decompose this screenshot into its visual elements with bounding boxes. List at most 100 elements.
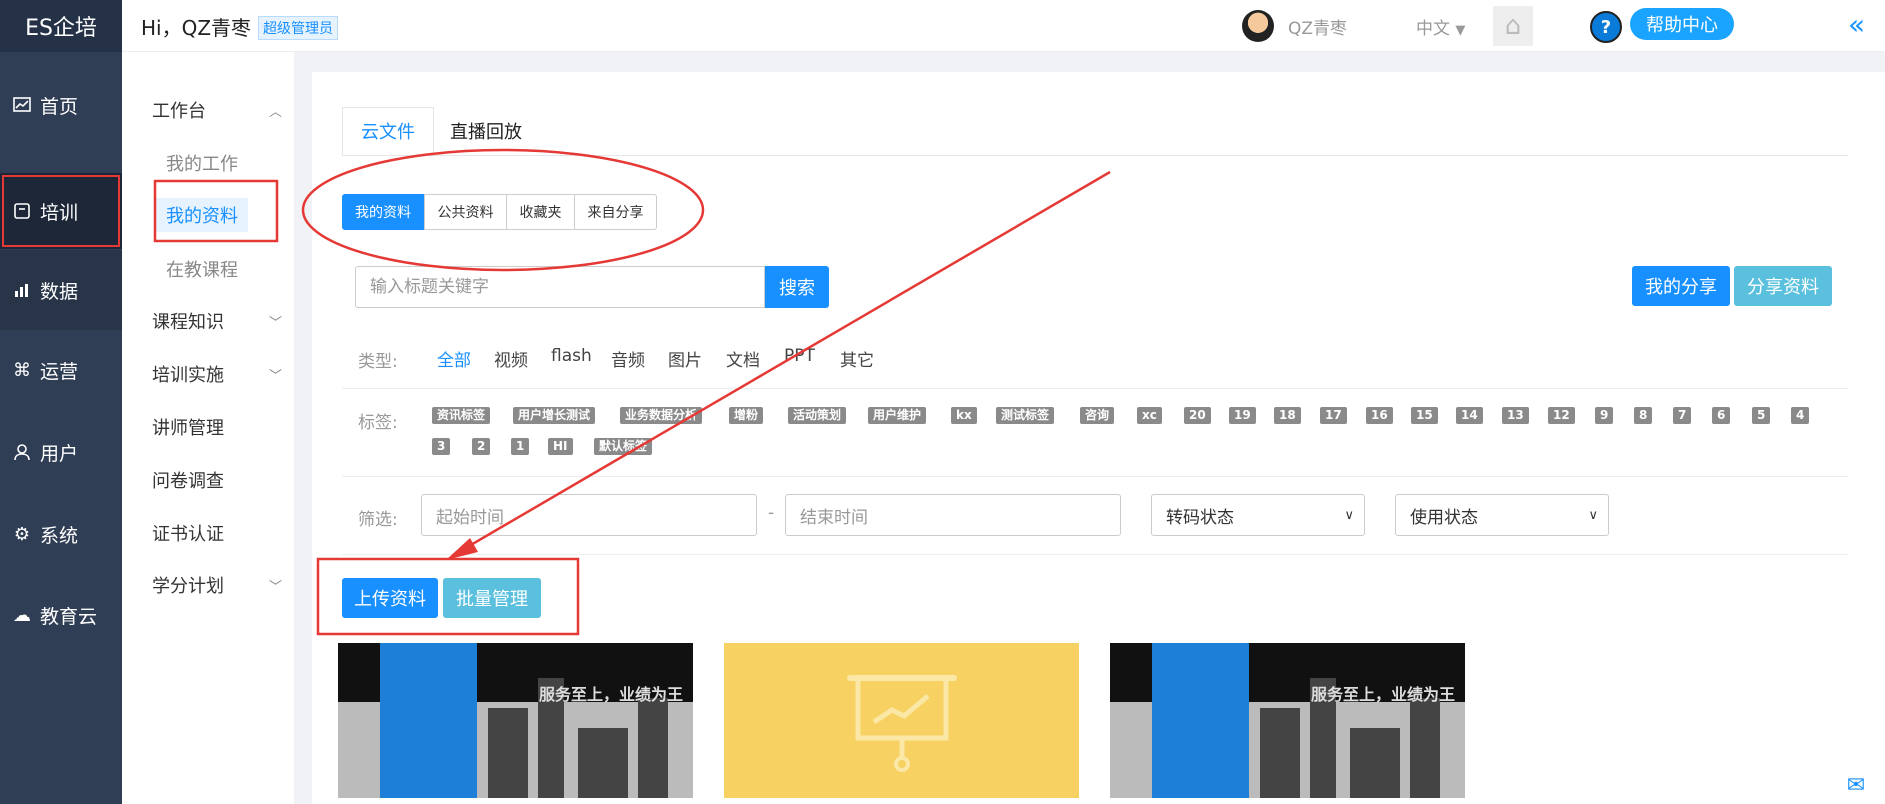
gear-icon: ⚙: [13, 523, 31, 545]
tag-chip[interactable]: 资讯标签: [432, 407, 491, 424]
type-option-other[interactable]: 其它: [840, 346, 874, 371]
segment-my-materials[interactable]: 我的资料: [342, 194, 424, 230]
type-filter-label: 类型:: [358, 352, 398, 372]
sub-group-credit-plan[interactable]: 学分计划 ﹀: [152, 572, 282, 598]
start-time-field[interactable]: 起始时间: [421, 494, 757, 536]
upload-button[interactable]: 上传资料: [342, 578, 438, 618]
tag-chip[interactable]: xc: [1137, 407, 1162, 424]
sub-item-certificate[interactable]: 证书认证: [152, 520, 282, 546]
building-shape: [488, 708, 528, 798]
tag-chip[interactable]: 默认标签: [594, 438, 653, 455]
batch-manage-button[interactable]: 批量管理: [443, 578, 541, 618]
nav-item-users[interactable]: 用户: [0, 412, 122, 492]
type-option-audio[interactable]: 音频: [611, 346, 645, 371]
sub-item-my-materials[interactable]: 我的资料: [156, 198, 248, 232]
screen-filter-label: 筛选:: [358, 510, 398, 530]
nav-label: 用户: [40, 442, 79, 465]
usage-status-select[interactable]: 使用状态 ∨: [1395, 494, 1609, 536]
nav-item-home[interactable]: 首页: [0, 65, 122, 145]
tag-chip[interactable]: 用户增长测试: [513, 407, 596, 424]
sub-item-teaching-courses[interactable]: 在教课程: [166, 256, 238, 282]
language-select[interactable]: 中文 ▼: [1416, 14, 1465, 39]
tag-chip[interactable]: 用户维护: [868, 407, 927, 424]
building-shape: [1410, 698, 1440, 798]
sub-group-course-knowledge[interactable]: 课程知识 ﹀: [152, 308, 282, 334]
tag-chip[interactable]: 业务数据分析: [620, 407, 703, 424]
tag-chip[interactable]: 17: [1320, 407, 1347, 424]
sub-item-survey[interactable]: 问卷调查: [152, 467, 282, 493]
tag-chip[interactable]: 14: [1456, 407, 1483, 424]
nav-item-edu-cloud[interactable]: ☁ 教育云: [0, 575, 122, 655]
tag-chip[interactable]: 8: [1634, 407, 1653, 424]
share-material-button[interactable]: 分享资料: [1734, 266, 1832, 306]
type-option-ppt[interactable]: PPT: [784, 346, 815, 366]
tag-chip[interactable]: 20: [1184, 407, 1211, 424]
tag-chip[interactable]: 3: [432, 438, 451, 455]
tag-chip[interactable]: 13: [1502, 407, 1529, 424]
segment-public-materials[interactable]: 公共资料: [424, 194, 507, 230]
tag-chip[interactable]: 7: [1673, 407, 1692, 424]
avatar[interactable]: [1242, 10, 1274, 42]
building-shape: [1350, 728, 1400, 798]
tag-chip[interactable]: 4: [1791, 407, 1810, 424]
tag-chip[interactable]: 增粉: [729, 407, 764, 424]
tag-chip[interactable]: 16: [1366, 407, 1393, 424]
tag-chip[interactable]: 19: [1229, 407, 1256, 424]
tag-chip[interactable]: 6: [1712, 407, 1731, 424]
nav-item-training[interactable]: 培训: [0, 173, 122, 249]
type-option-document[interactable]: 文档: [726, 346, 760, 371]
username[interactable]: QZ青枣: [1288, 14, 1347, 39]
material-thumbnail[interactable]: [724, 643, 1079, 798]
segment-from-share[interactable]: 来自分享: [574, 194, 657, 230]
search-button[interactable]: 搜索: [765, 266, 829, 308]
tag-chip[interactable]: 15: [1411, 407, 1438, 424]
range-dash: -: [768, 503, 775, 523]
nav-item-system[interactable]: ⚙ 系统: [0, 494, 122, 574]
tag-chip[interactable]: 18: [1274, 407, 1301, 424]
tag-chip[interactable]: HI: [548, 438, 573, 455]
sub-item-lecturer-mgmt[interactable]: 讲师管理: [152, 414, 282, 440]
tag-chip[interactable]: 咨询: [1080, 407, 1115, 424]
nav-item-data[interactable]: 数据: [0, 250, 122, 330]
nav-item-operations[interactable]: ⌘ 运营: [0, 330, 122, 410]
tag-chip[interactable]: 5: [1752, 407, 1771, 424]
sub-group-workbench[interactable]: 工作台 ︿: [152, 97, 282, 123]
sub-group-label: 学分计划: [152, 576, 224, 597]
help-center-button[interactable]: 帮助中心: [1630, 8, 1734, 40]
app-logo[interactable]: ES企培: [0, 0, 122, 52]
tag-chip[interactable]: kx: [951, 407, 977, 424]
material-thumbnail[interactable]: 服务至上，业绩为王: [1110, 643, 1465, 798]
end-time-field[interactable]: 结束时间: [785, 494, 1121, 536]
thumb-banner: [1152, 643, 1249, 798]
thumb-caption: 服务至上，业绩为王: [538, 685, 683, 704]
my-share-button[interactable]: 我的分享: [1632, 266, 1730, 306]
home-icon[interactable]: ⌂: [1493, 6, 1533, 46]
message-icon[interactable]: ✉: [1836, 768, 1876, 802]
search-input[interactable]: [355, 266, 765, 308]
tag-chip[interactable]: 活动策划: [788, 407, 847, 424]
tag-chip[interactable]: 测试标签: [996, 407, 1055, 424]
chart-line-icon: [12, 95, 32, 115]
command-icon: ⌘: [13, 359, 31, 381]
type-option-image[interactable]: 图片: [668, 346, 702, 371]
tab-cloud-files[interactable]: 云文件: [342, 107, 434, 155]
tag-chip[interactable]: 2: [472, 438, 491, 455]
collapse-icon[interactable]: «: [1848, 8, 1865, 41]
caret-down-icon: ▼: [1455, 23, 1466, 38]
help-question-icon[interactable]: ?: [1590, 11, 1622, 43]
tag-chip[interactable]: 9: [1595, 407, 1614, 424]
sub-group-label: 证书认证: [152, 524, 224, 545]
tag-chip[interactable]: 1: [511, 438, 530, 455]
tab-live-replay[interactable]: 直播回放: [432, 107, 540, 155]
type-option-flash[interactable]: flash: [551, 346, 592, 366]
type-option-video[interactable]: 视频: [494, 346, 528, 371]
book-icon: [12, 201, 32, 221]
sub-item-my-work[interactable]: 我的工作: [166, 150, 238, 176]
transcode-status-select[interactable]: 转码状态 ∨: [1151, 494, 1365, 536]
tag-chip[interactable]: 12: [1548, 407, 1575, 424]
type-option-all[interactable]: 全部: [437, 346, 471, 371]
segment-favorites[interactable]: 收藏夹: [506, 194, 575, 230]
thumb-caption: 服务至上，业绩为王: [1310, 685, 1455, 704]
material-thumbnail[interactable]: 服务至上，业绩为王: [338, 643, 693, 798]
sub-group-training-impl[interactable]: 培训实施 ﹀: [152, 361, 282, 387]
